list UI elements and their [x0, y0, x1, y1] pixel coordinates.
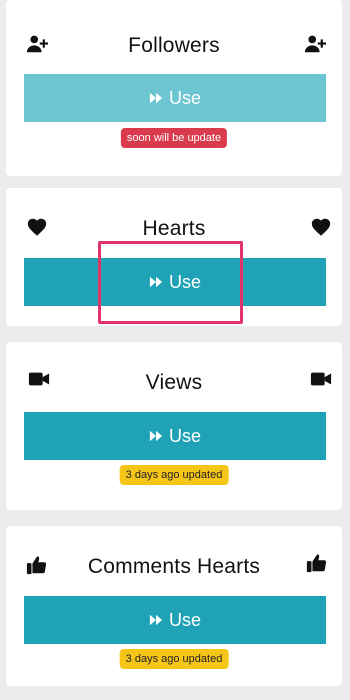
card-title: Views: [145, 371, 203, 394]
use-button-hearts[interactable]: Use: [24, 258, 326, 306]
heart-icon: [310, 216, 332, 238]
card-views: Views Use 3 days ago updated: [6, 342, 342, 510]
status-badge: 3 days ago updated: [119, 649, 229, 669]
fast-forward-icon: [149, 429, 163, 443]
use-button-label: Use: [168, 609, 201, 630]
video-camera-icon: [310, 368, 332, 390]
fast-forward-icon: [149, 275, 163, 289]
card-title: Hearts: [142, 217, 206, 240]
card-title: Followers: [128, 34, 220, 57]
user-plus-icon: [304, 33, 326, 55]
card-title: Comments Hearts: [87, 555, 261, 578]
card-followers: Followers Use soon will be update: [6, 0, 342, 176]
use-button-label: Use: [168, 425, 201, 446]
use-button-label: Use: [168, 87, 201, 108]
use-button-followers[interactable]: Use: [24, 74, 326, 122]
card-hearts: Hearts Use: [6, 188, 342, 326]
use-button-label: Use: [168, 271, 201, 292]
status-badge: 3 days ago updated: [119, 465, 229, 485]
use-button-comments-hearts[interactable]: Use: [24, 596, 326, 644]
card-comments-hearts: Comments Hearts Use 3 days ago updated: [6, 526, 342, 686]
status-badge: soon will be update: [120, 128, 228, 148]
thumbs-up-icon: [306, 552, 328, 574]
fast-forward-icon: [149, 613, 163, 627]
use-button-views[interactable]: Use: [24, 412, 326, 460]
fast-forward-icon: [149, 91, 163, 105]
